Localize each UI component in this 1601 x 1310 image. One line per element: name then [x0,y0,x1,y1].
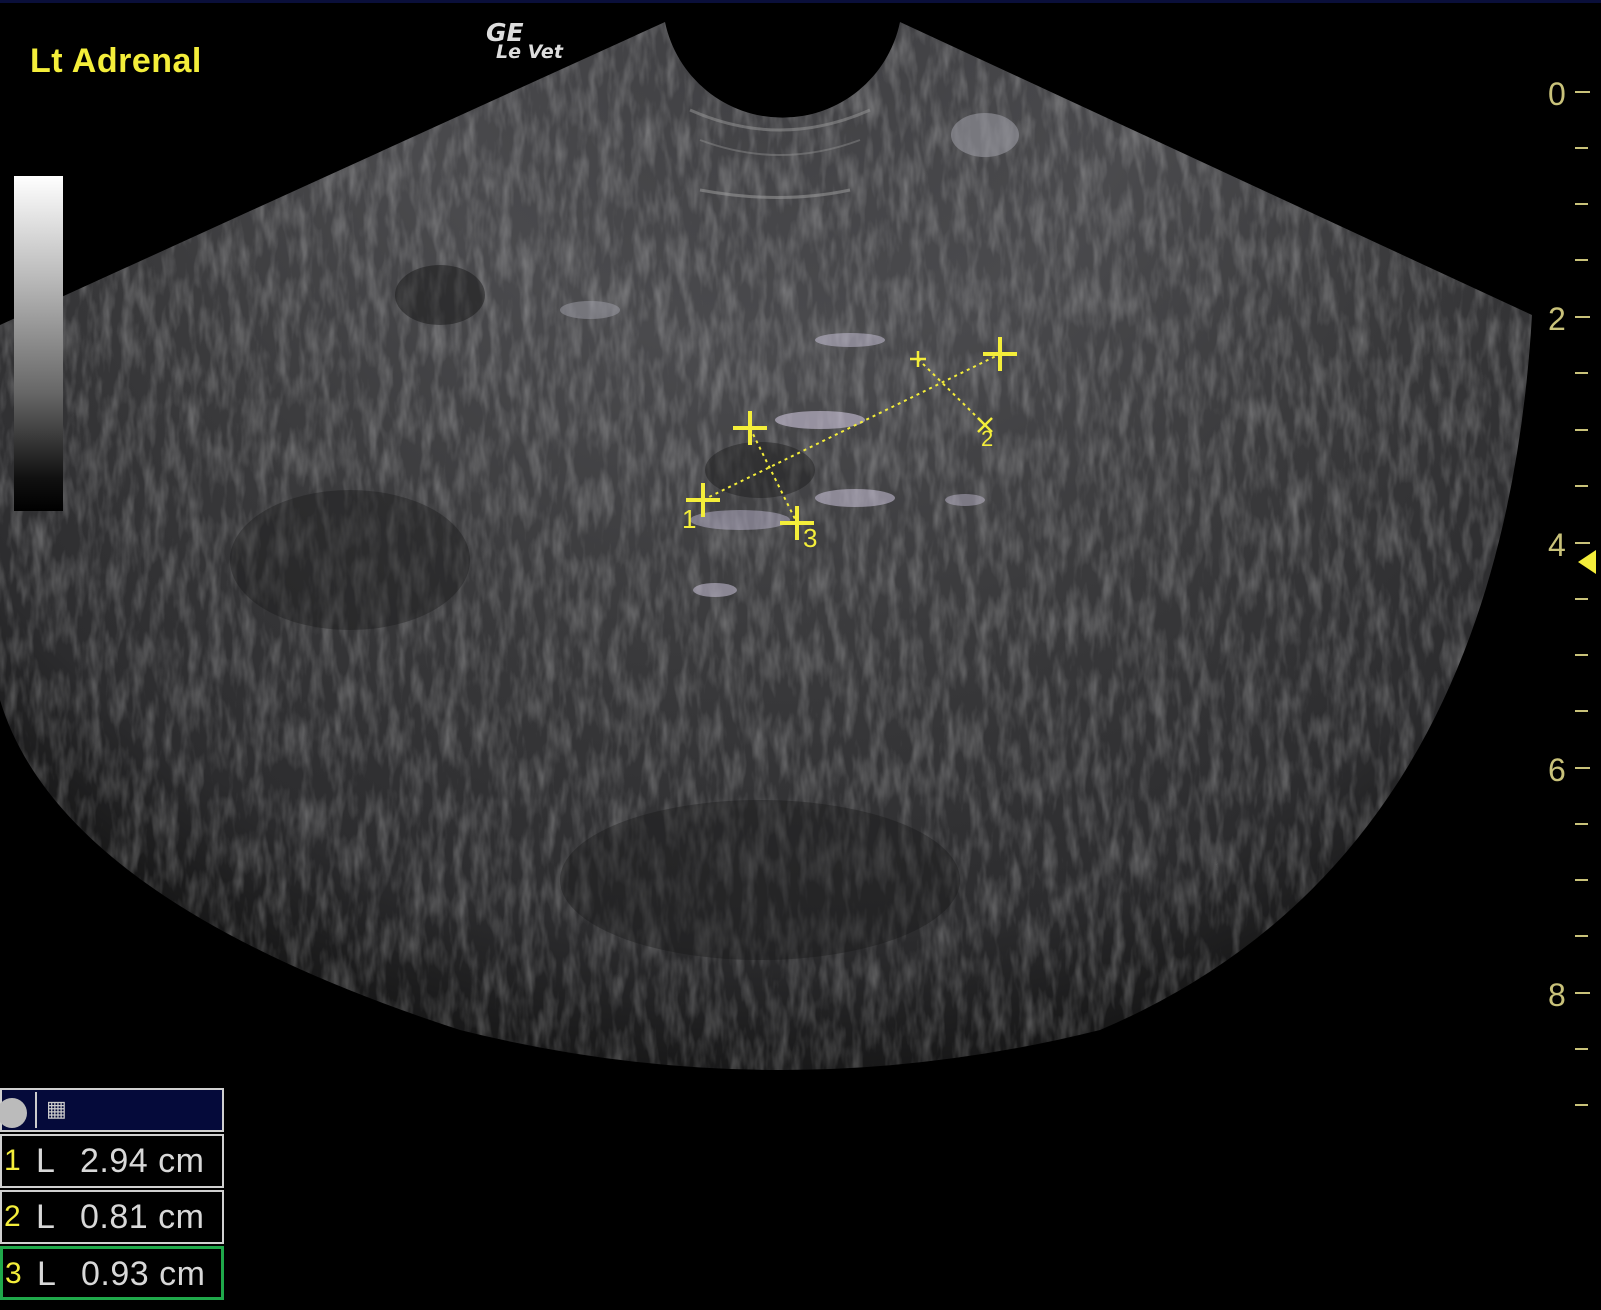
measurement-value: 2.94 cm [80,1142,205,1180]
measurement-index: 2 [4,1200,21,1233]
measurement-row-1[interactable]: 1 L 2.94 cm [0,1134,224,1188]
depth-label-4: 4 [1548,527,1566,563]
divider [35,1092,37,1128]
depth-label-2: 2 [1548,301,1566,337]
measurement-value: 0.81 cm [80,1198,205,1236]
measurement-row-2[interactable]: 2 L 0.81 cm [0,1190,224,1244]
measurement-value: 0.93 cm [81,1255,206,1293]
depth-label-6: 6 [1548,752,1566,788]
measurement-panel: ▦ 1 L 2.94 cm 2 L 0.81 cm 3 L 0.93 cm [0,1088,224,1300]
measurement-type: L [36,1198,55,1236]
measurement-type: L [36,1142,55,1180]
measurement-index: 1 [4,1144,21,1177]
measurement-row-3[interactable]: 3 L 0.93 cm [0,1246,224,1300]
depth-label-0: 0 [1548,76,1566,112]
depth-scale: 0 2 4 6 8 [1548,76,1596,1106]
measurement-type: L [37,1255,56,1293]
caliper-tool-icon[interactable]: ▦ [46,1096,72,1122]
focus-marker-icon [1578,550,1596,574]
measurement-panel-header: ▦ [0,1088,224,1132]
circle-icon[interactable] [0,1098,27,1128]
measurement-index: 3 [5,1257,22,1290]
depth-label-8: 8 [1548,977,1566,1013]
